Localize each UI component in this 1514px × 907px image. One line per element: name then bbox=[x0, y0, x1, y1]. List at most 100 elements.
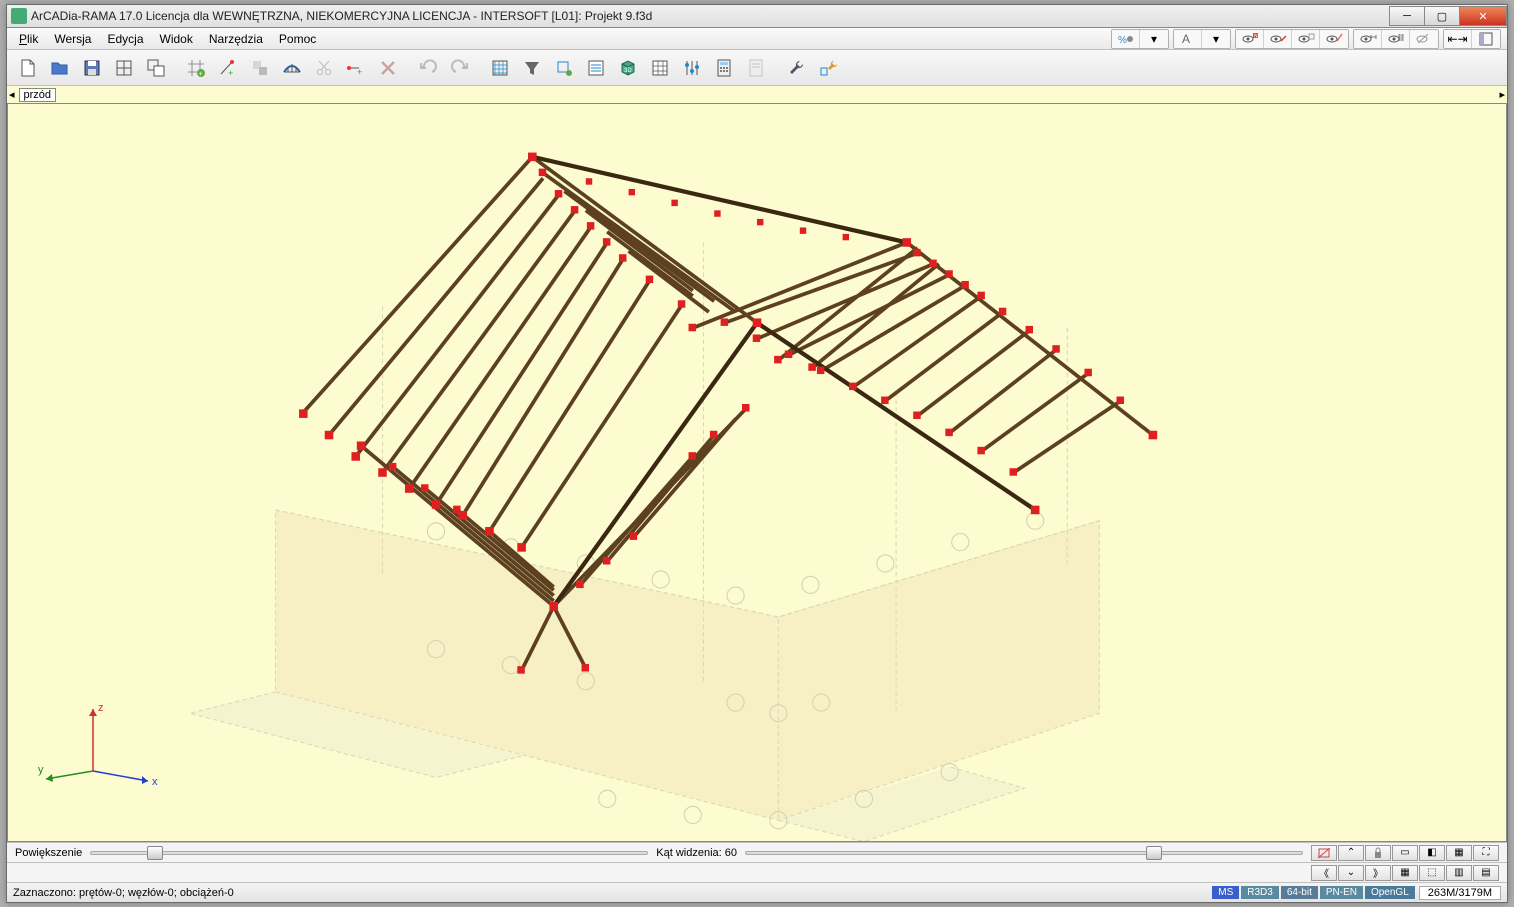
table-icon[interactable] bbox=[645, 53, 675, 83]
eye-line-icon[interactable] bbox=[1264, 30, 1292, 48]
axes-gizmo: x y z bbox=[38, 701, 158, 811]
cut-icon[interactable] bbox=[309, 53, 339, 83]
axis-x-label: x bbox=[152, 776, 158, 788]
add-node-icon[interactable]: + bbox=[213, 53, 243, 83]
minimize-button[interactable]: ─ bbox=[1389, 6, 1425, 26]
eye-grid-icon[interactable] bbox=[1292, 30, 1320, 48]
menu-wersja[interactable]: Wersja bbox=[46, 30, 99, 48]
toggle-font-icon[interactable]: A bbox=[1174, 30, 1202, 48]
save-icon[interactable] bbox=[77, 53, 107, 83]
down-icon[interactable]: ⌄ bbox=[1338, 865, 1364, 881]
copy-layout-icon[interactable] bbox=[141, 53, 171, 83]
menu-pomoc[interactable]: Pomoc bbox=[271, 30, 324, 48]
panel-icon[interactable] bbox=[1472, 30, 1500, 48]
zoom-label: Powiększenie bbox=[15, 847, 82, 859]
svg-text:+: + bbox=[357, 67, 362, 77]
badge-64bit: 64-bit bbox=[1281, 886, 1318, 899]
fov-label: Kąt widzenia: 60 bbox=[656, 847, 737, 859]
memory-status: 263M/3179M bbox=[1419, 886, 1501, 900]
model-render bbox=[8, 104, 1506, 841]
icon-b[interactable]: ▥ bbox=[1446, 865, 1472, 881]
slider-row: Powiększenie Kąt widzenia: 60 ⌃ ▭ ◧ ▦ ⛶ bbox=[7, 842, 1507, 862]
view-next-icon[interactable]: ▸ bbox=[1497, 88, 1507, 101]
collapse-icon[interactable]: ⇤⇥ bbox=[1444, 30, 1472, 48]
up-icon[interactable]: ⌃ bbox=[1338, 845, 1364, 861]
toggle-percent-icon[interactable]: % bbox=[1112, 30, 1140, 48]
grid3-icon[interactable]: ▦ bbox=[1392, 865, 1418, 881]
view-prev-icon[interactable]: ◂ bbox=[7, 88, 17, 101]
lock-icon[interactable] bbox=[1365, 845, 1391, 861]
axis-y-label: y bbox=[38, 764, 44, 776]
badge-r3d3: R3D3 bbox=[1241, 886, 1279, 899]
close-button[interactable]: ✕ bbox=[1459, 6, 1507, 26]
badge-pnen: PN-EN bbox=[1320, 886, 1363, 899]
tile2-icon[interactable]: ▦ bbox=[1446, 845, 1472, 861]
svg-text:A: A bbox=[1182, 32, 1190, 46]
right-icon[interactable]: 》 bbox=[1365, 865, 1391, 881]
app-window: ArCADia-RAMA 17.0 Licencja dla WEWNĘTRZN… bbox=[6, 4, 1508, 903]
eye-dim-icon[interactable] bbox=[1354, 30, 1382, 48]
menu-plik[interactable]: Plik bbox=[11, 30, 46, 48]
title-bar: ArCADia-RAMA 17.0 Licencja dla WEWNĘTRZN… bbox=[7, 5, 1507, 28]
maximize-button[interactable]: ▢ bbox=[1424, 6, 1460, 26]
adjust-icon[interactable] bbox=[677, 53, 707, 83]
eye-ruler-icon[interactable] bbox=[1382, 30, 1410, 48]
icon-a[interactable]: ⬚ bbox=[1419, 865, 1445, 881]
tile1-icon[interactable]: ◧ bbox=[1419, 845, 1445, 861]
eye-off-icon[interactable] bbox=[1410, 30, 1438, 48]
badge-ms: MS bbox=[1212, 886, 1239, 899]
dropdown-icon[interactable]: ▾ bbox=[1202, 30, 1230, 48]
filter-icon[interactable] bbox=[517, 53, 547, 83]
svg-text:%: % bbox=[1118, 35, 1127, 46]
main-toolbar: + + + 3D bbox=[7, 50, 1507, 86]
menu-edycja[interactable]: Edycja bbox=[99, 30, 151, 48]
report-icon[interactable] bbox=[741, 53, 771, 83]
status-bar: Zaznaczono: prętów-0; węzłów-0; obciążeń… bbox=[7, 882, 1507, 902]
grid-plus-icon[interactable]: + bbox=[181, 53, 211, 83]
wrench-icon[interactable] bbox=[781, 53, 811, 83]
dropdown-icon[interactable]: ▾ bbox=[1140, 30, 1168, 48]
view-toggles: % ▾ A ▾ N ⇤⇥ bbox=[1111, 28, 1501, 50]
fit-icon[interactable]: ⛶ bbox=[1473, 845, 1499, 861]
svg-text:+: + bbox=[228, 68, 233, 78]
bridge-icon[interactable] bbox=[277, 53, 307, 83]
fov-slider[interactable] bbox=[745, 851, 1303, 855]
eye-diag-icon[interactable] bbox=[1320, 30, 1348, 48]
menu-narzedzia[interactable]: Narzędzia bbox=[201, 30, 271, 48]
content-area: ◂ przód ▸ bbox=[7, 86, 1507, 882]
menu-bar: Plik Wersja Edycja Widok Narzędzia Pomoc… bbox=[7, 28, 1507, 50]
eye-n-icon[interactable]: N bbox=[1236, 30, 1264, 48]
cleanup-icon[interactable] bbox=[549, 53, 579, 83]
move-node-icon[interactable]: + bbox=[341, 53, 371, 83]
view-buttons-top: ⌃ ▭ ◧ ▦ ⛶ bbox=[1311, 845, 1499, 861]
view-buttons-bottom: 《 ⌄ 》 ▦ ⬚ ▥ ▤ bbox=[1311, 865, 1499, 881]
svg-text:3D: 3D bbox=[624, 68, 632, 74]
view-label[interactable]: przód bbox=[19, 88, 57, 102]
hatch-icon[interactable] bbox=[485, 53, 515, 83]
layout-icon[interactable] bbox=[109, 53, 139, 83]
selection-status: Zaznaczono: prętów-0; węzłów-0; obciążeń… bbox=[13, 887, 234, 899]
window-icon[interactable]: ▭ bbox=[1392, 845, 1418, 861]
snap-off-icon[interactable] bbox=[1311, 845, 1337, 861]
redo-icon[interactable] bbox=[445, 53, 475, 83]
cube-3d-icon[interactable]: 3D bbox=[613, 53, 643, 83]
app-icon bbox=[11, 8, 27, 24]
zoom-slider[interactable] bbox=[90, 851, 648, 855]
svg-text:+: + bbox=[199, 71, 203, 78]
left-icon[interactable]: 《 bbox=[1311, 865, 1337, 881]
viewport-3d[interactable]: x y z bbox=[7, 104, 1507, 842]
window-title: ArCADia-RAMA 17.0 Licencja dla WEWNĘTRZN… bbox=[31, 9, 1390, 23]
delete-icon[interactable] bbox=[373, 53, 403, 83]
nav-row: 《 ⌄ 》 ▦ ⬚ ▥ ▤ bbox=[7, 862, 1507, 882]
list-icon[interactable] bbox=[581, 53, 611, 83]
tools-icon[interactable] bbox=[813, 53, 843, 83]
new-file-icon[interactable] bbox=[13, 53, 43, 83]
copy-element-icon[interactable] bbox=[245, 53, 275, 83]
calculator-icon[interactable] bbox=[709, 53, 739, 83]
icon-c[interactable]: ▤ bbox=[1473, 865, 1499, 881]
viewport-header: ◂ przód ▸ bbox=[7, 86, 1507, 104]
menu-widok[interactable]: Widok bbox=[152, 30, 201, 48]
open-file-icon[interactable] bbox=[45, 53, 75, 83]
svg-text:N: N bbox=[1254, 34, 1258, 40]
undo-icon[interactable] bbox=[413, 53, 443, 83]
